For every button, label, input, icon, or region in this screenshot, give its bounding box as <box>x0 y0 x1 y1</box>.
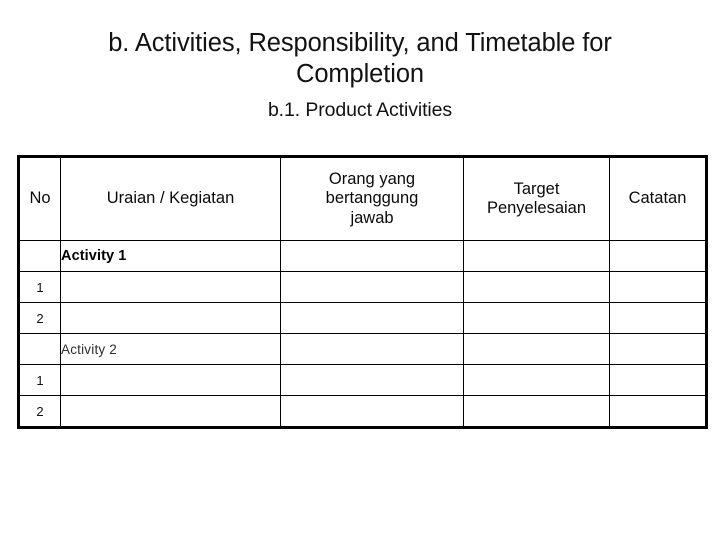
cell-catatan[interactable] <box>609 333 707 365</box>
cell-orang[interactable] <box>280 364 464 396</box>
cell-uraian[interactable] <box>60 271 281 303</box>
cell-no[interactable] <box>18 333 61 365</box>
table-row[interactable]: Activity 2 <box>18 333 707 365</box>
cell-target[interactable] <box>463 333 610 365</box>
table-body: Activity 1 1 2 Activity 2 1 2 <box>18 240 707 428</box>
slide-canvas: b. Activities, Responsibility, and Timet… <box>0 0 720 540</box>
cell-target[interactable] <box>463 395 610 428</box>
activity-group-label: Activity 2 <box>61 341 118 357</box>
cell-target[interactable] <box>463 271 610 303</box>
table-row[interactable]: 2 <box>18 302 707 334</box>
cell-catatan[interactable] <box>609 302 707 334</box>
cell-orang[interactable] <box>280 395 464 428</box>
cell-uraian[interactable] <box>60 302 281 334</box>
cell-uraian[interactable] <box>60 364 281 396</box>
cell-no[interactable] <box>18 240 61 272</box>
cell-orang[interactable] <box>280 302 464 334</box>
cell-uraian[interactable]: Activity 2 <box>60 333 281 365</box>
column-header-target-line1: Target <box>513 179 560 198</box>
cell-catatan[interactable] <box>609 240 707 272</box>
table-row[interactable]: Activity 1 <box>18 240 707 272</box>
column-header-orang: Orang yang bertanggung jawab <box>280 156 464 241</box>
cell-no[interactable]: 1 <box>18 364 61 396</box>
column-header-catatan: Catatan <box>609 156 707 241</box>
cell-catatan[interactable] <box>609 395 707 428</box>
activities-table-container: No Uraian / Kegiatan Orang yang bertangg… <box>17 155 708 429</box>
cell-catatan[interactable] <box>609 364 707 396</box>
activity-group-label: Activity 1 <box>61 248 127 264</box>
column-header-target: Target Penyelesaian <box>463 156 610 241</box>
cell-no[interactable]: 2 <box>18 395 61 428</box>
table-header-row: No Uraian / Kegiatan Orang yang bertangg… <box>18 156 707 241</box>
cell-orang[interactable] <box>280 240 464 272</box>
column-header-orang-line3: jawab <box>350 208 394 227</box>
cell-uraian[interactable]: Activity 1 <box>60 240 281 272</box>
column-header-uraian: Uraian / Kegiatan <box>60 156 281 241</box>
activities-table: No Uraian / Kegiatan Orang yang bertangg… <box>17 155 708 429</box>
cell-no[interactable]: 1 <box>18 271 61 303</box>
cell-target[interactable] <box>463 364 610 396</box>
column-header-orang-line2: bertanggung <box>325 189 419 208</box>
cell-catatan[interactable] <box>609 271 707 303</box>
cell-orang[interactable] <box>280 271 464 303</box>
table-row[interactable]: 2 <box>18 395 707 428</box>
column-header-uraian-label: Uraian / Kegiatan <box>106 189 235 208</box>
cell-uraian[interactable] <box>60 395 281 428</box>
table-row[interactable]: 1 <box>18 271 707 303</box>
column-header-target-line2: Penyelesaian <box>486 199 587 217</box>
cell-no[interactable]: 2 <box>18 302 61 334</box>
page-subtitle: b.1. Product Activities <box>267 99 453 121</box>
cell-target[interactable] <box>463 240 610 272</box>
column-header-no-label: No <box>29 189 51 208</box>
column-header-no: No <box>18 156 61 241</box>
table-row[interactable]: 1 <box>18 364 707 396</box>
cell-target[interactable] <box>463 302 610 334</box>
cell-orang[interactable] <box>280 333 464 365</box>
column-header-catatan-label: Catatan <box>628 189 687 208</box>
column-header-orang-line1: Orang yang <box>328 169 416 188</box>
page-title: b. Activities, Responsibility, and Timet… <box>108 29 612 88</box>
title-block: b. Activities, Responsibility, and Timet… <box>30 28 690 122</box>
